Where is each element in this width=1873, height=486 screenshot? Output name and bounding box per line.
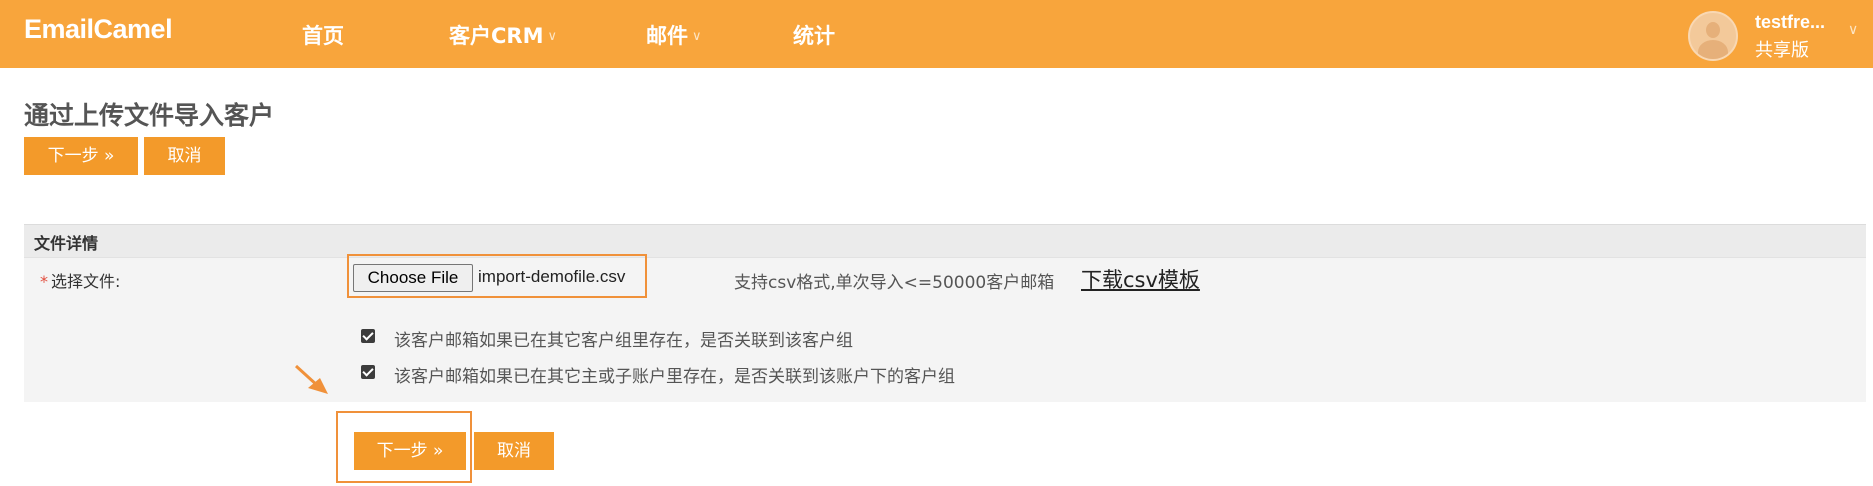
user-plan: 共享版 [1755, 40, 1809, 61]
cancel-button[interactable]: 取消 [474, 432, 554, 470]
annotation-arrow-icon [294, 364, 328, 394]
top-navigation-bar [0, 0, 1873, 68]
panel-header [24, 224, 1866, 258]
choose-file-button[interactable]: Choose File [353, 264, 473, 292]
chevron-down-icon[interactable]: ∨ [1848, 22, 1858, 38]
download-template-link[interactable]: 下载csv模板 [1081, 264, 1200, 294]
nav-email[interactable]: 邮件 ∨ [646, 20, 702, 50]
user-name[interactable]: testfre... [1755, 12, 1825, 33]
next-step-button[interactable]: 下一步 » [354, 432, 466, 470]
selected-file-name: import-demofile.csv [478, 267, 626, 286]
required-mark: * [40, 272, 48, 291]
nav-home-label: 首页 [302, 24, 344, 48]
nav-crm[interactable]: 客户CRM ∨ [449, 20, 557, 50]
cancel-button-top[interactable]: 取消 [144, 137, 225, 175]
chevron-down-icon: ∨ [547, 29, 557, 44]
page-title: 通过上传文件导入客户 [24, 101, 275, 130]
checkbox-checked-icon[interactable] [361, 329, 375, 343]
nav-stats[interactable]: 统计 [793, 20, 835, 50]
option-link-group-label: 该客户邮箱如果已在其它客户组里存在，是否关联到该客户组 [394, 331, 853, 351]
avatar-shoulders [1698, 40, 1728, 59]
avatar-icon[interactable] [1688, 11, 1738, 61]
checkbox-checked-icon[interactable] [361, 365, 375, 379]
avatar-head [1706, 22, 1720, 38]
nav-crm-label: 客户CRM [449, 24, 544, 48]
file-field-label: * 选择文件: [40, 268, 120, 292]
format-hint: 支持csv格式,单次导入<=50000客户邮箱 [734, 273, 1055, 293]
chevron-down-icon: ∨ [692, 29, 702, 44]
nav-home[interactable]: 首页 [302, 20, 344, 50]
next-step-button-top[interactable]: 下一步 » [24, 137, 138, 175]
nav-email-label: 邮件 [646, 24, 688, 48]
app-logo[interactable]: EmailCamel [24, 14, 173, 45]
option-link-account-label: 该客户邮箱如果已在其它主或子账户里存在，是否关联到该账户下的客户组 [394, 367, 955, 387]
nav-stats-label: 统计 [793, 24, 835, 48]
file-label-text: 选择文件: [51, 272, 121, 291]
section-title: 文件详情 [34, 234, 99, 253]
